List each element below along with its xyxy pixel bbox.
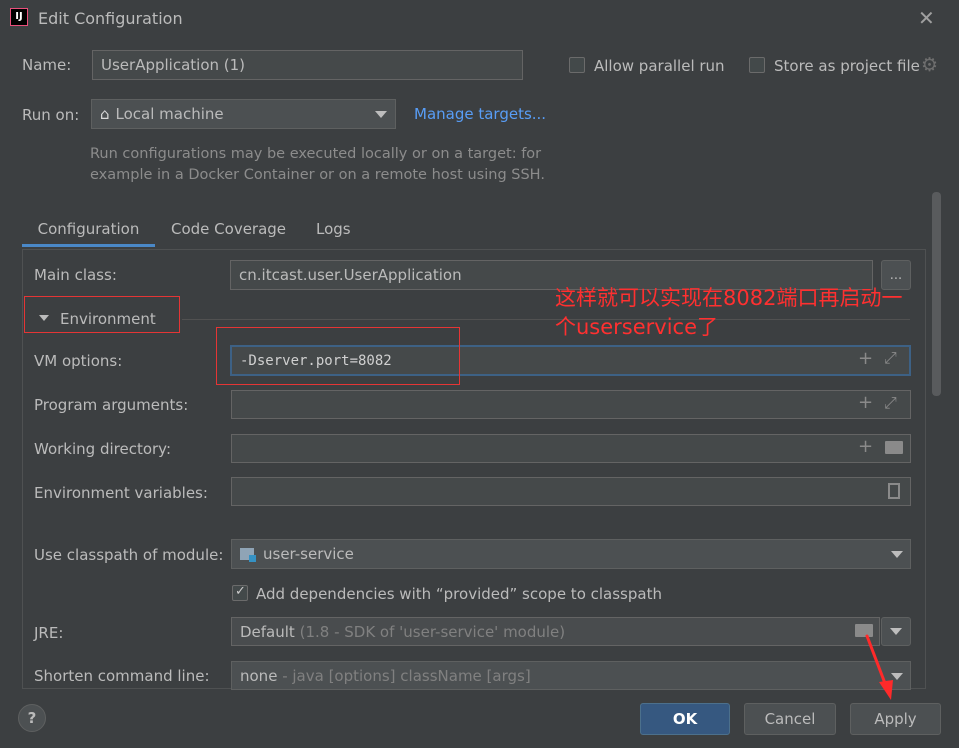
working-directory-label: Working directory:: [34, 440, 172, 458]
folder-icon[interactable]: [885, 441, 903, 454]
working-directory-input[interactable]: [231, 434, 911, 463]
allow-parallel-run-checkbox[interactable]: [569, 57, 585, 73]
name-label: Name:: [22, 56, 72, 74]
environment-variables-label: Environment variables:: [34, 484, 208, 502]
home-icon: ⌂: [100, 105, 110, 123]
annotation-arrow: [865, 634, 893, 700]
store-as-project-file-checkbox[interactable]: [749, 57, 765, 73]
program-arguments-input[interactable]: [231, 390, 911, 419]
jre-combo[interactable]: Default (1.8 - SDK of 'user-service' mod…: [231, 617, 880, 646]
help-button[interactable]: ?: [18, 704, 46, 732]
run-on-hint-line2: example in a Docker Container or on a re…: [90, 167, 545, 183]
ok-button[interactable]: OK: [640, 703, 730, 735]
add-dependencies-checkbox[interactable]: [232, 584, 248, 601]
jre-value-detail: (1.8 - SDK of 'user-service' module): [299, 622, 566, 641]
plus-icon[interactable]: +: [858, 348, 873, 369]
annotation-text-line1: 这样就可以实现在8082端口再启动一: [555, 286, 903, 310]
gear-icon[interactable]: ⚙: [921, 54, 938, 76]
jre-value: Default: [240, 622, 295, 641]
jre-label: JRE:: [34, 624, 64, 642]
run-on-label: Run on:: [22, 106, 80, 124]
chevron-down-icon: [891, 551, 903, 558]
apply-button[interactable]: Apply: [850, 703, 941, 735]
classpath-module-dropdown[interactable]: user-service: [231, 539, 911, 569]
vertical-scrollbar[interactable]: [932, 192, 941, 396]
plus-icon[interactable]: +: [858, 392, 873, 413]
document-icon[interactable]: [888, 483, 900, 499]
window-title: Edit Configuration: [38, 9, 183, 28]
store-as-project-file-label[interactable]: Store as project file: [774, 57, 920, 75]
tab-code-coverage[interactable]: Code Coverage: [171, 220, 286, 238]
add-dependencies-label[interactable]: Add dependencies with “provided” scope t…: [256, 585, 662, 603]
shorten-command-line-dropdown[interactable]: none - java [options] className [args]: [231, 661, 911, 690]
intellij-app-icon: IJ: [10, 8, 28, 26]
title-bar: IJ Edit Configuration ✕: [0, 0, 959, 36]
run-on-hint-line1: Run configurations may be executed local…: [90, 146, 542, 162]
annotation-text-line2: 个userservice了: [555, 315, 719, 339]
environment-separator: [182, 319, 910, 320]
shorten-value: none: [240, 666, 278, 685]
plus-icon[interactable]: +: [858, 436, 873, 457]
module-icon: [240, 548, 256, 562]
annotation-box-environment: [24, 296, 180, 333]
allow-parallel-run-label[interactable]: Allow parallel run: [594, 57, 725, 75]
chevron-down-icon: [375, 111, 387, 118]
run-on-dropdown[interactable]: ⌂ Local machine: [91, 99, 396, 129]
vm-options-label: VM options:: [34, 352, 123, 370]
tab-logs[interactable]: Logs: [316, 220, 351, 238]
expand-icon[interactable]: ⤢: [884, 348, 897, 368]
close-icon[interactable]: ✕: [918, 6, 935, 30]
annotation-box-vm-options: [216, 327, 460, 385]
main-class-label: Main class:: [34, 266, 117, 284]
manage-targets-link[interactable]: Manage targets...: [414, 105, 546, 123]
shorten-value-detail: - java [options] className [args]: [282, 666, 531, 685]
classpath-module-value: user-service: [263, 545, 354, 563]
tab-configuration[interactable]: Configuration: [22, 219, 155, 247]
classpath-module-label: Use classpath of module:: [34, 546, 224, 564]
program-arguments-label: Program arguments:: [34, 396, 189, 414]
shorten-command-line-label: Shorten command line:: [34, 667, 210, 685]
environment-variables-input[interactable]: [231, 477, 911, 506]
expand-icon[interactable]: ⤢: [884, 393, 897, 413]
cancel-button[interactable]: Cancel: [744, 703, 836, 735]
run-on-value: Local machine: [115, 105, 224, 123]
name-input[interactable]: UserApplication (1): [92, 50, 523, 80]
